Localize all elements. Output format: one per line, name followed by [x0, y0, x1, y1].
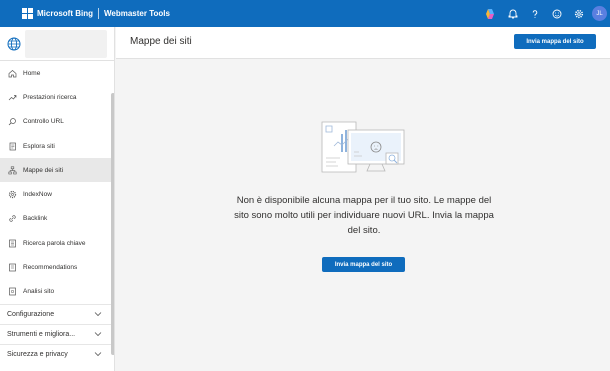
trend-icon: [7, 92, 17, 102]
sitemap-illustration: [321, 121, 405, 173]
brand-divider: [98, 8, 99, 19]
keyword-icon: [7, 238, 17, 248]
link-icon: [7, 214, 17, 224]
sidebar-item-label: Ricerca parola chiave: [23, 239, 86, 247]
help-icon[interactable]: [524, 0, 546, 27]
home-icon: [7, 68, 17, 78]
sidebar-group-configurazione[interactable]: Configurazione: [0, 303, 114, 324]
sidebar-item-label: Prestazioni ricerca: [23, 93, 77, 101]
list-icon: [7, 263, 17, 273]
sidebar-item-analisi-sito[interactable]: Analisi sito: [0, 280, 114, 304]
sidebar-item-recommendations[interactable]: Recommendations: [0, 255, 114, 279]
sidebar-item-controllo-url[interactable]: Controllo URL: [0, 110, 114, 134]
sidebar-item-backlink[interactable]: Backlink: [0, 207, 114, 231]
smiley-icon[interactable]: [546, 0, 568, 27]
gear-icon: [7, 190, 17, 200]
search-icon: [7, 117, 17, 127]
sidebar-item-label: Backlink: [23, 215, 48, 223]
document-icon: [7, 141, 17, 151]
sidebar-item-home[interactable]: Home: [0, 61, 114, 85]
sidebar-group-strumenti[interactable]: Strumenti e migliora...: [0, 323, 114, 344]
sidebar-item-label: IndexNow: [23, 191, 52, 199]
microsoft-logo-icon: [22, 8, 33, 19]
sidebar-item-label: Recommendations: [23, 264, 78, 272]
sidebar-group-label: Strumenti e migliora...: [7, 330, 76, 338]
analysis-icon: [7, 287, 17, 297]
sidebar-item-mappe-dei-siti[interactable]: Mappe dei siti: [0, 158, 114, 183]
submit-sitemap-button[interactable]: Invia mappa del sito: [514, 34, 596, 49]
brand-name[interactable]: Microsoft Bing: [37, 9, 93, 18]
sidebar-item-label: Analisi sito: [23, 288, 55, 296]
sidebar-item-indexnow[interactable]: IndexNow: [0, 182, 114, 206]
bell-icon[interactable]: [502, 0, 524, 27]
sidebar-item-label: Controllo URL: [23, 118, 64, 126]
sidebar-item-label: Esplora siti: [23, 142, 55, 150]
chevron-down-icon: [94, 352, 102, 357]
sidebar-scrollbar[interactable]: [111, 93, 114, 355]
empty-state-message: Non è disponibile alcuna mappa per il tu…: [234, 195, 494, 236]
sidebar-item-esplora-siti[interactable]: Esplora siti: [0, 134, 114, 158]
site-selector[interactable]: [0, 27, 114, 61]
sidebar-group-label: Configurazione: [7, 310, 55, 318]
sidebar-item-prestazioni-ricerca[interactable]: Prestazioni ricerca: [0, 85, 114, 109]
sidebar-item-ricerca-parola-chiave[interactable]: Ricerca parola chiave: [0, 231, 114, 255]
chevron-down-icon: [94, 332, 102, 337]
sidebar-nav: Home Prestazioni ricerca Controllo URL E…: [0, 61, 114, 304]
top-bar-actions: JL: [480, 0, 610, 27]
product-name[interactable]: Webmaster Tools: [104, 9, 170, 18]
sidebar-group-label: Sicurezza e privacy: [7, 350, 68, 358]
sidebar: Home Prestazioni ricerca Controllo URL E…: [0, 27, 115, 371]
gear-icon[interactable]: [568, 0, 590, 27]
sidebar-item-label: Mappe dei siti: [23, 166, 64, 174]
submit-sitemap-cta-button[interactable]: Invia mappa del sito: [322, 257, 405, 272]
site-name-field[interactable]: [25, 29, 107, 58]
sidebar-item-label: Home: [23, 69, 41, 77]
sitemap-icon: [7, 165, 17, 175]
globe-icon: [7, 37, 21, 50]
sidebar-group-sicurezza[interactable]: Sicurezza e privacy: [0, 343, 114, 364]
top-bar: Microsoft Bing Webmaster Tools JL: [0, 0, 610, 27]
chevron-down-icon: [94, 312, 102, 317]
copilot-icon[interactable]: [480, 0, 502, 27]
page-title: Mappe dei siti: [130, 36, 192, 47]
avatar[interactable]: JL: [592, 6, 607, 21]
page-header: Mappe dei siti Invia mappa del sito: [116, 27, 610, 59]
